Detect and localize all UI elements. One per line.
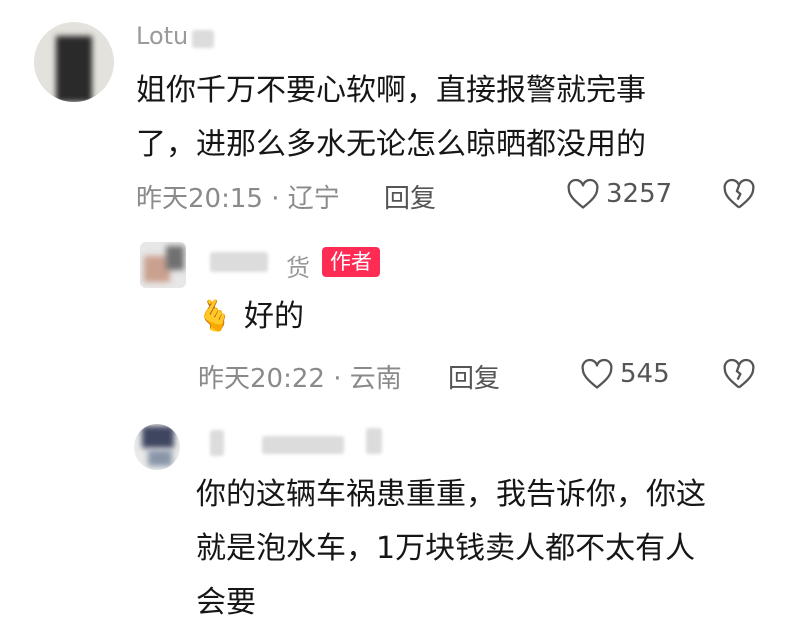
heart-outline-icon bbox=[581, 358, 613, 389]
username-blur bbox=[210, 430, 224, 456]
heart-outline-icon bbox=[567, 178, 599, 209]
comment-text-line: 就是泡水车，1万块钱卖人都不太有人 bbox=[196, 531, 696, 566]
avatar[interactable] bbox=[140, 242, 186, 288]
like-count: 545 bbox=[620, 359, 670, 389]
username-blur bbox=[192, 30, 214, 48]
comment-text-line: 你的这辆车祸患重重，我告诉你，你这 bbox=[196, 477, 706, 512]
username[interactable]: 货 bbox=[286, 248, 310, 283]
comment-text-line: 姐你千万不要心软啊，直接报警就完事 bbox=[136, 73, 646, 108]
like-button[interactable]: 545 bbox=[580, 358, 670, 390]
like-button[interactable]: 3257 bbox=[566, 178, 672, 210]
comment-text-line: 会要 bbox=[196, 585, 256, 620]
finger-heart-emoji: 🫰 bbox=[196, 299, 234, 334]
username-blur bbox=[366, 428, 382, 454]
reply-button[interactable]: 回复 bbox=[384, 178, 436, 215]
like-count: 3257 bbox=[606, 179, 673, 209]
comment-meta: 昨天20:22 · 云南 bbox=[198, 364, 402, 394]
avatar[interactable] bbox=[34, 22, 114, 102]
broken-heart-icon[interactable] bbox=[722, 178, 756, 210]
avatar-image bbox=[148, 450, 172, 466]
comment-text: 好的 bbox=[244, 299, 304, 334]
username-blur bbox=[262, 436, 344, 454]
avatar[interactable] bbox=[134, 424, 180, 470]
username[interactable]: Lotu bbox=[136, 22, 188, 50]
avatar-image bbox=[142, 426, 174, 448]
avatar-image bbox=[166, 246, 184, 270]
comment-text-line: 了，进那么多水无论怎么晾晒都没用的 bbox=[136, 127, 646, 162]
comment-meta: 昨天20:15 · 辽宁 bbox=[136, 184, 340, 214]
avatar-image bbox=[56, 36, 92, 102]
author-badge: 作者 bbox=[322, 247, 380, 277]
username-blur bbox=[210, 252, 268, 272]
broken-heart-icon[interactable] bbox=[722, 358, 756, 390]
reply-button[interactable]: 回复 bbox=[448, 358, 500, 395]
